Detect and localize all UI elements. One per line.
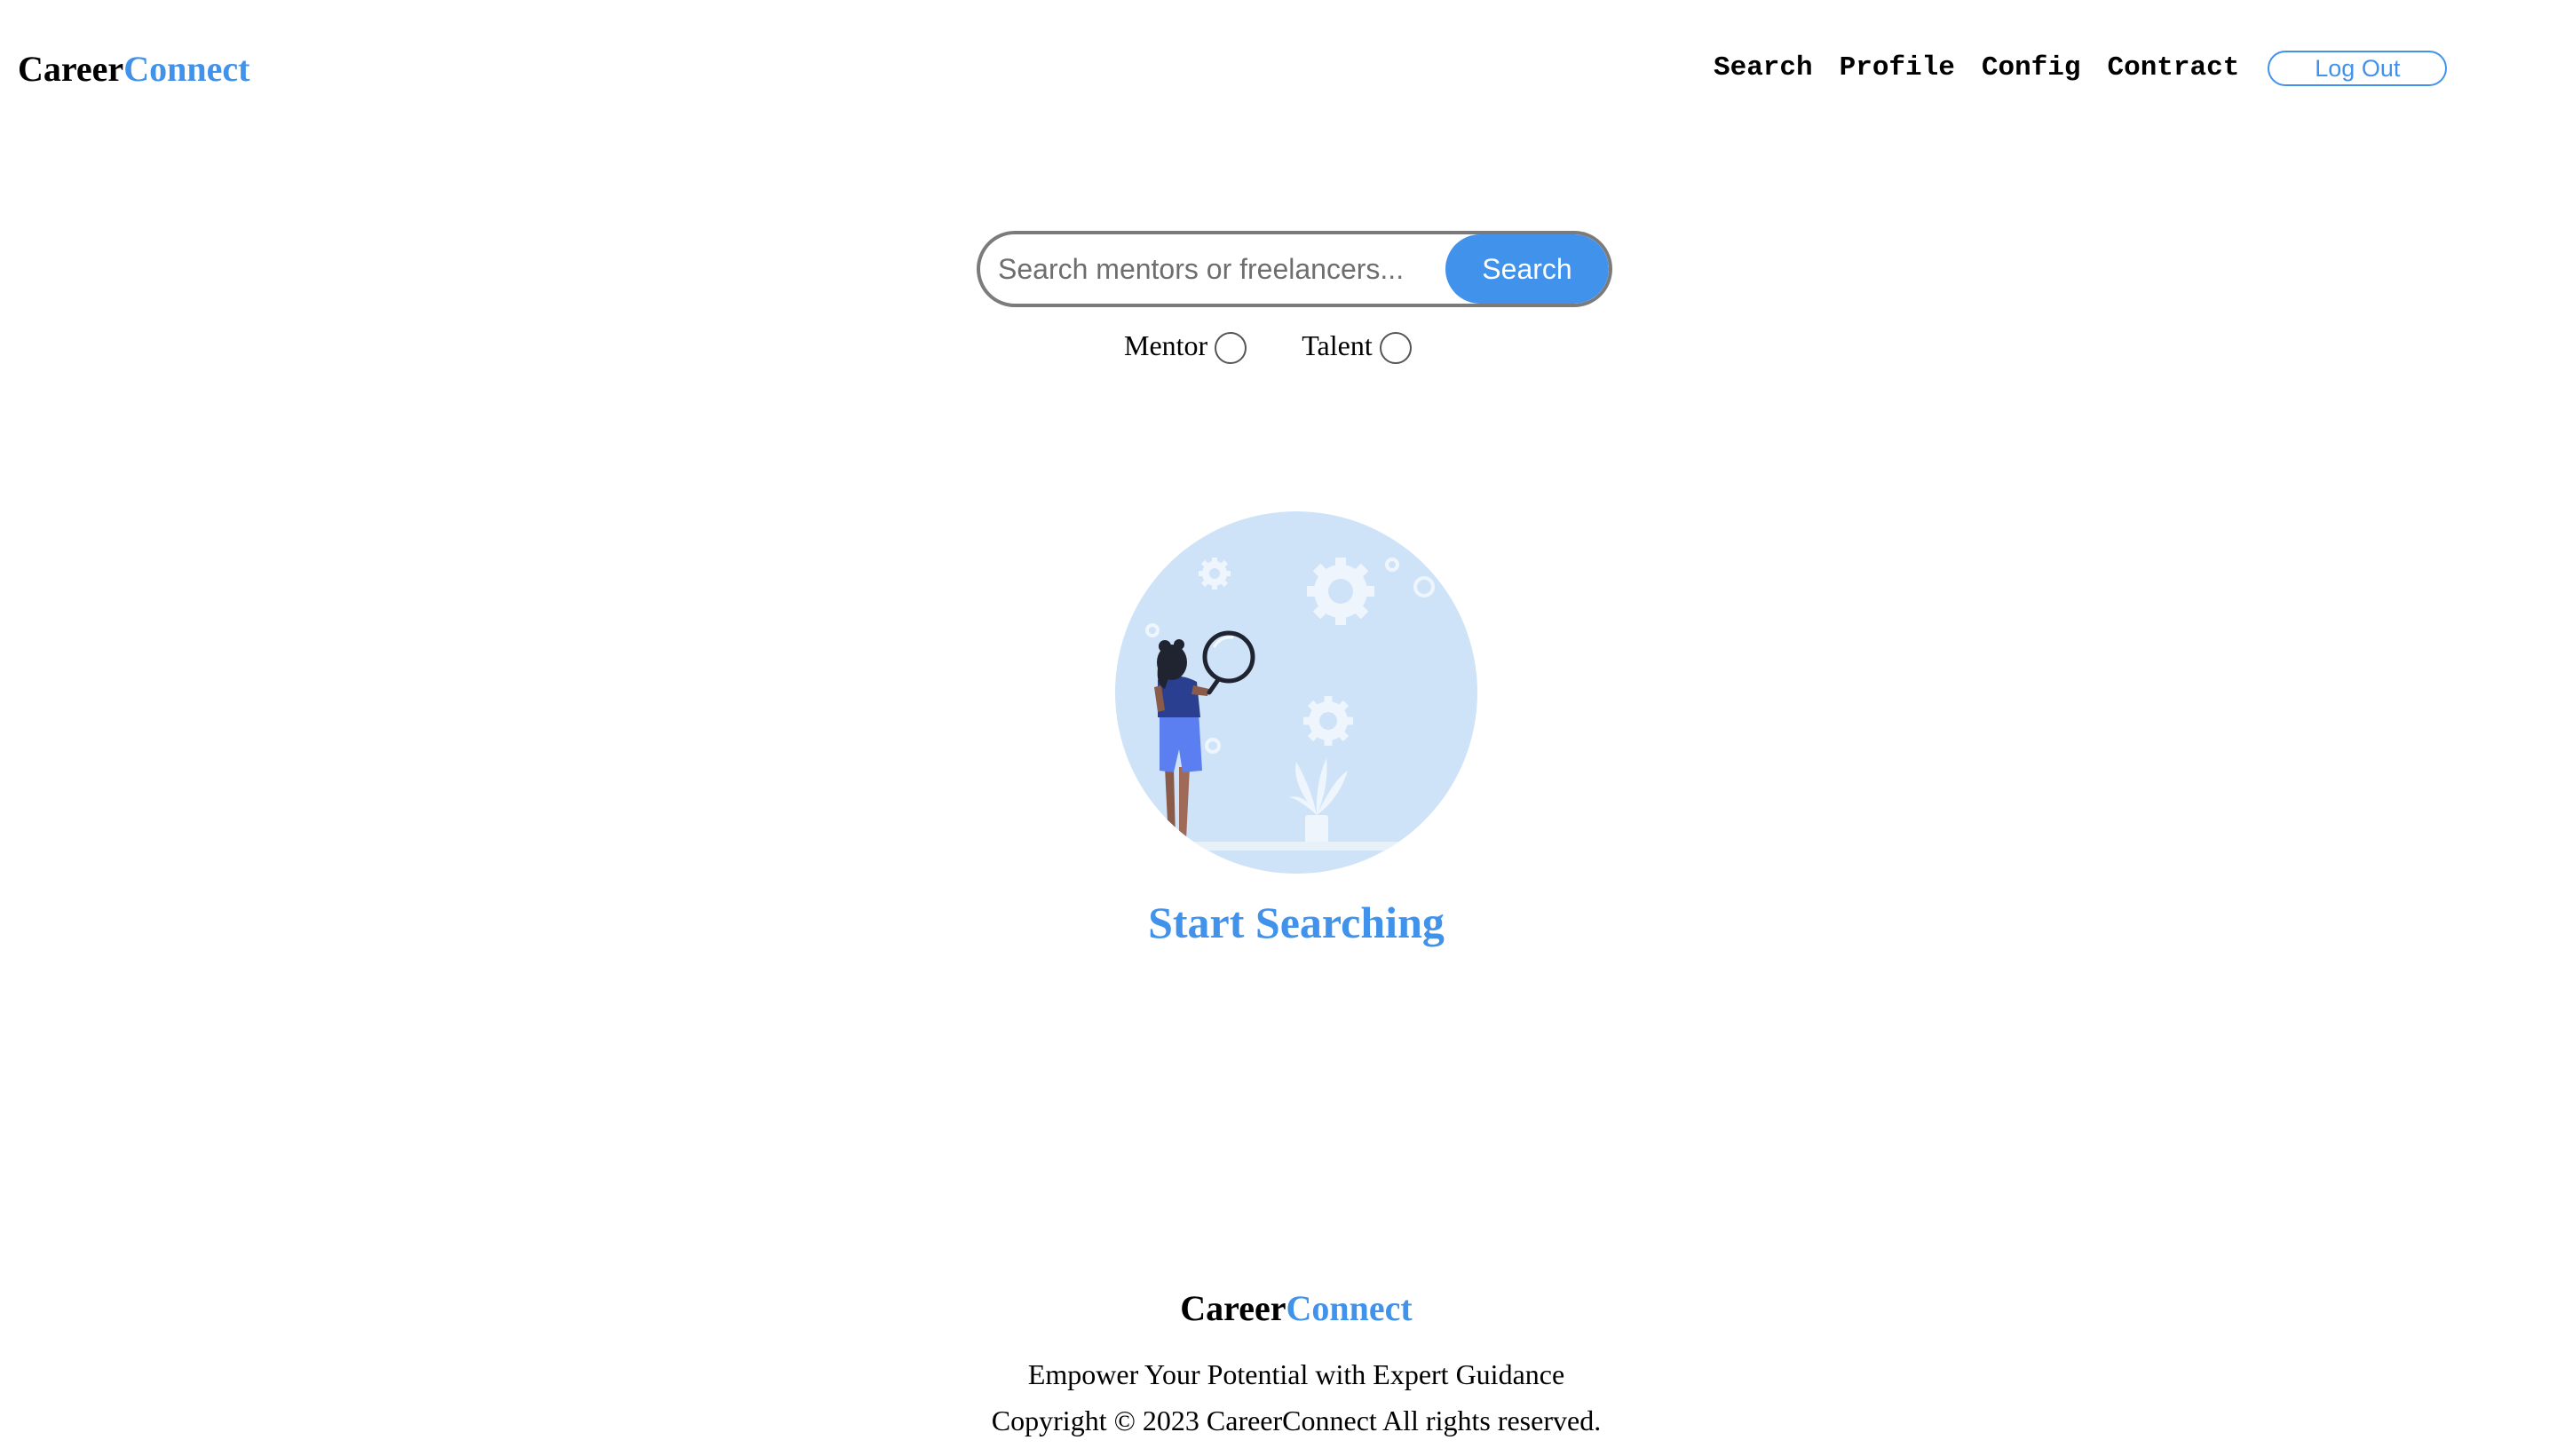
mentor-radio[interactable]: [1215, 332, 1247, 364]
footer-brand-career: Career: [1180, 1288, 1286, 1328]
person-with-magnifying-glass-illustration: [1115, 511, 1477, 874]
nav-config-link[interactable]: Config: [1982, 46, 2081, 91]
nav-contract-link[interactable]: Contract: [2107, 46, 2239, 91]
floor-line: [1115, 842, 1477, 851]
mentor-filter-label: Mentor: [1124, 328, 1208, 361]
nav-search-link[interactable]: Search: [1714, 46, 1813, 91]
small-gear-icon: [1199, 558, 1231, 590]
brand-logo[interactable]: CareerConnect: [18, 44, 249, 94]
medium-gear-icon: [1303, 696, 1353, 746]
search-input[interactable]: [980, 234, 1445, 304]
top-nav: Search Profile Config Contract Log Out: [1714, 46, 2448, 91]
start-searching-heading: Start Searching: [1148, 898, 1445, 947]
large-gear-icon: [1307, 558, 1374, 625]
search-button[interactable]: Search: [1445, 234, 1609, 304]
talent-radio[interactable]: [1379, 332, 1412, 364]
footer-brand-connect: Connect: [1286, 1288, 1413, 1328]
talent-filter[interactable]: Talent: [1302, 327, 1412, 364]
search-bar: Search: [977, 231, 1612, 307]
footer-tagline: Empower Your Potential with Expert Guida…: [1027, 1358, 1565, 1390]
logout-button[interactable]: Log Out: [2268, 51, 2448, 86]
mentor-filter[interactable]: Mentor: [1124, 327, 1247, 364]
brand-logo-connect: Connect: [123, 49, 250, 89]
talent-filter-label: Talent: [1302, 328, 1373, 361]
footer-copyright: Copyright © 2023 CareerConnect All right…: [991, 1405, 1602, 1436]
brand-logo-career: Career: [18, 49, 124, 89]
nav-profile-link[interactable]: Profile: [1840, 46, 1955, 91]
search-filters: Mentor Talent: [1124, 327, 1412, 364]
footer-brand-logo: CareerConnect: [0, 1284, 2557, 1333]
